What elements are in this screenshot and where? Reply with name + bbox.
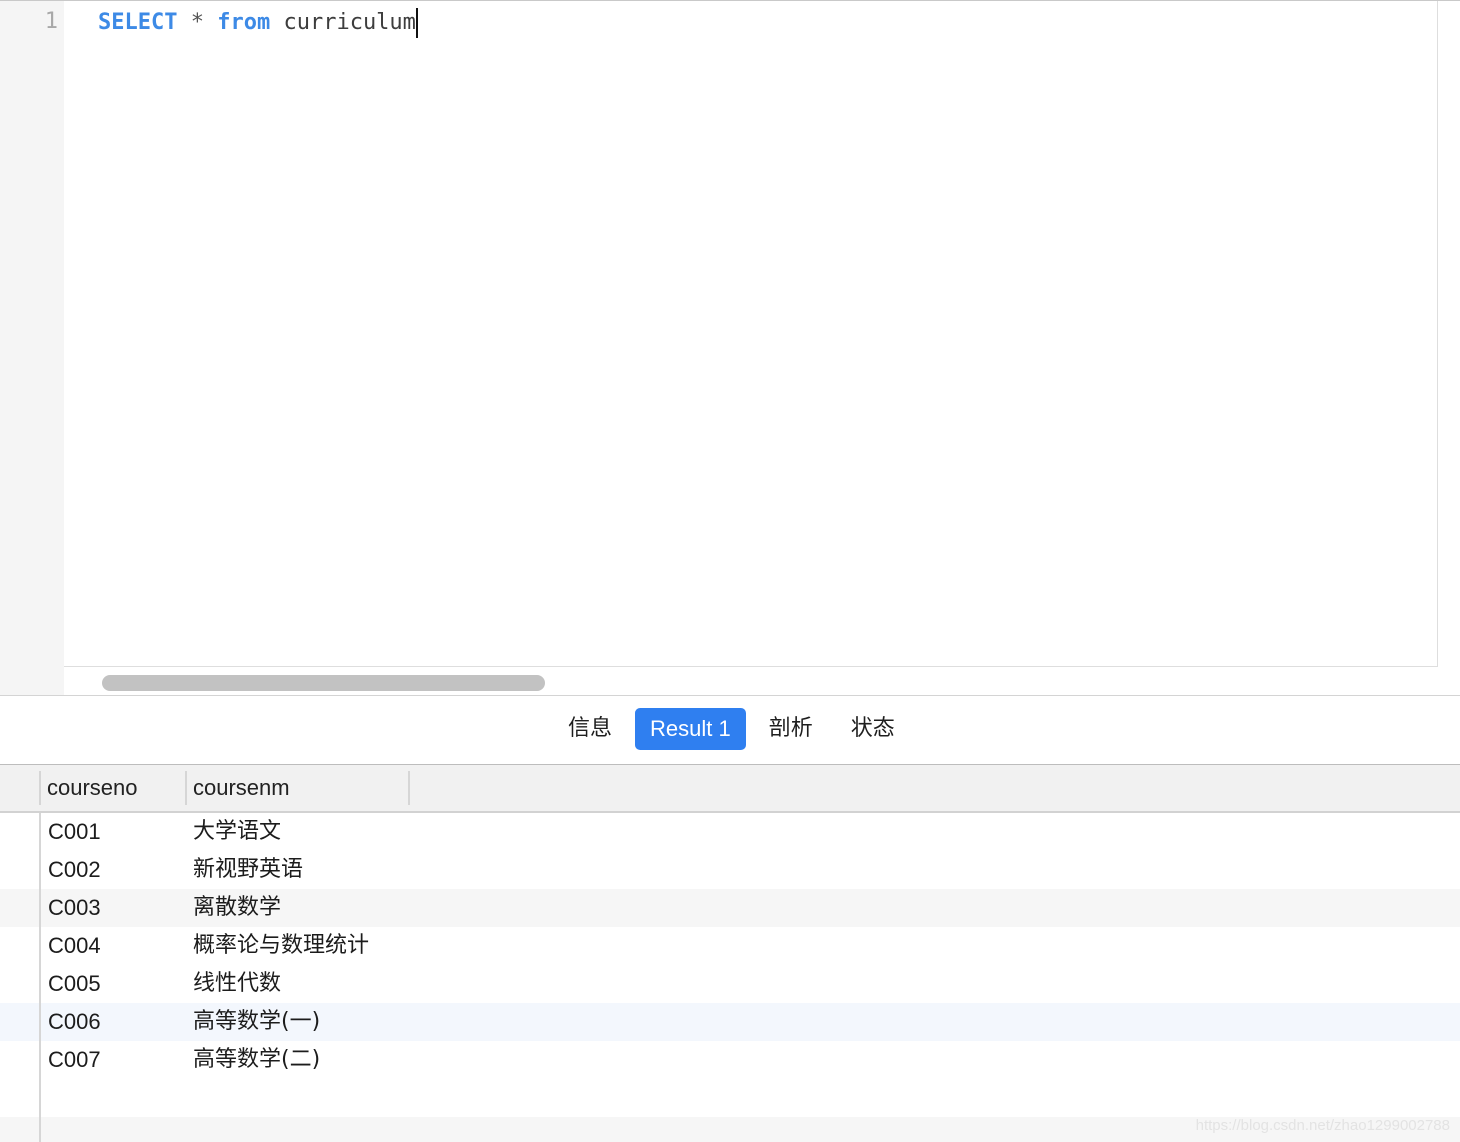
sql-query-window: 1 SELECT * from curriculum 信息 Result 1 剖… [0,0,1460,1142]
cell-courseno[interactable]: C007 [48,1041,101,1079]
grid-header: courseno coursenm [0,765,1460,813]
table-name: curriculum [283,10,416,35]
column-header-courseno[interactable]: courseno [39,771,185,805]
table-row[interactable]: C001 大学语文 [0,813,1460,851]
table-row[interactable]: C007 高等数学(二) [0,1041,1460,1079]
operator-star: * [190,10,204,35]
cell-coursenm[interactable]: 概率论与数理统计 [193,927,369,965]
cell-coursenm[interactable]: 离散数学 [193,889,281,927]
tab-result-1[interactable]: Result 1 [635,708,746,750]
cell-courseno[interactable]: C002 [48,851,101,889]
table-row[interactable]: C002 新视野英语 [0,851,1460,889]
grid-rows: C001 大学语文 C002 新视野英语 C003 离散数学 C004 概率论与… [0,813,1460,1079]
watermark-text: https://blog.csdn.net/zhao1299002788 [1195,1117,1450,1134]
table-row[interactable]: C003 离散数学 [0,889,1460,927]
line-number: 1 [44,9,58,34]
cell-courseno[interactable]: C006 [48,1003,101,1041]
horizontal-scrollbar[interactable] [96,669,1438,695]
keyword-select: SELECT [98,10,178,35]
cell-coursenm[interactable]: 新视野英语 [193,851,303,889]
cell-coursenm[interactable]: 高等数学(二) [193,1041,320,1079]
keyword-from: from [217,10,271,35]
column-divider[interactable] [408,771,410,805]
cell-coursenm[interactable]: 大学语文 [193,813,281,851]
cell-courseno[interactable]: C003 [48,889,101,927]
row-gutter-divider [39,813,41,1142]
table-row[interactable]: C005 线性代数 [0,965,1460,1003]
text-caret [415,8,418,38]
cell-courseno[interactable]: C005 [48,965,101,1003]
cell-coursenm[interactable]: 线性代数 [193,965,281,1003]
cell-courseno[interactable]: C001 [48,813,101,851]
result-tab-bar: 信息 Result 1 剖析 状态 [0,695,1460,765]
cell-coursenm[interactable]: 高等数学(一) [193,1003,320,1041]
tab-info[interactable]: 信息 [553,708,627,750]
cell-courseno[interactable]: C004 [48,927,101,965]
tab-profile[interactable]: 剖析 [754,708,828,750]
code-line[interactable]: SELECT * from curriculum [98,8,418,38]
table-row[interactable]: C004 概率论与数理统计 [0,927,1460,965]
code-area[interactable]: SELECT * from curriculum [64,1,1438,667]
editor-right-margin [1438,1,1460,695]
line-number-gutter: 1 [0,1,64,695]
column-header-coursenm[interactable]: coursenm [185,771,408,805]
sql-editor[interactable]: 1 SELECT * from curriculum [0,0,1460,695]
result-grid: courseno coursenm C001 大学语文 C002 新视野英语 C… [0,765,1460,1142]
tab-list: 信息 Result 1 剖析 状态 [553,708,918,750]
horizontal-scrollbar-thumb[interactable] [102,675,545,691]
table-row[interactable]: C006 高等数学(一) [0,1003,1460,1041]
tab-status[interactable]: 状态 [836,708,910,750]
